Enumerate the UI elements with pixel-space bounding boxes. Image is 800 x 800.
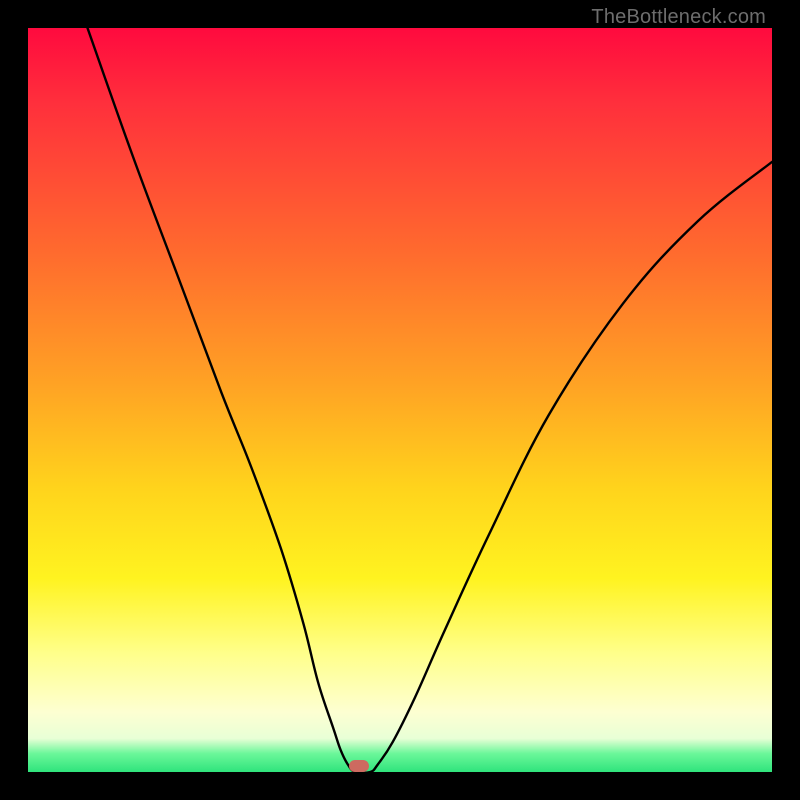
- watermark-text: TheBottleneck.com: [591, 6, 766, 29]
- curve-svg: [28, 28, 772, 772]
- min-marker: [349, 760, 369, 772]
- plot-area: [28, 28, 772, 772]
- chart-frame: TheBottleneck.com: [0, 0, 800, 800]
- curve-line: [88, 28, 773, 772]
